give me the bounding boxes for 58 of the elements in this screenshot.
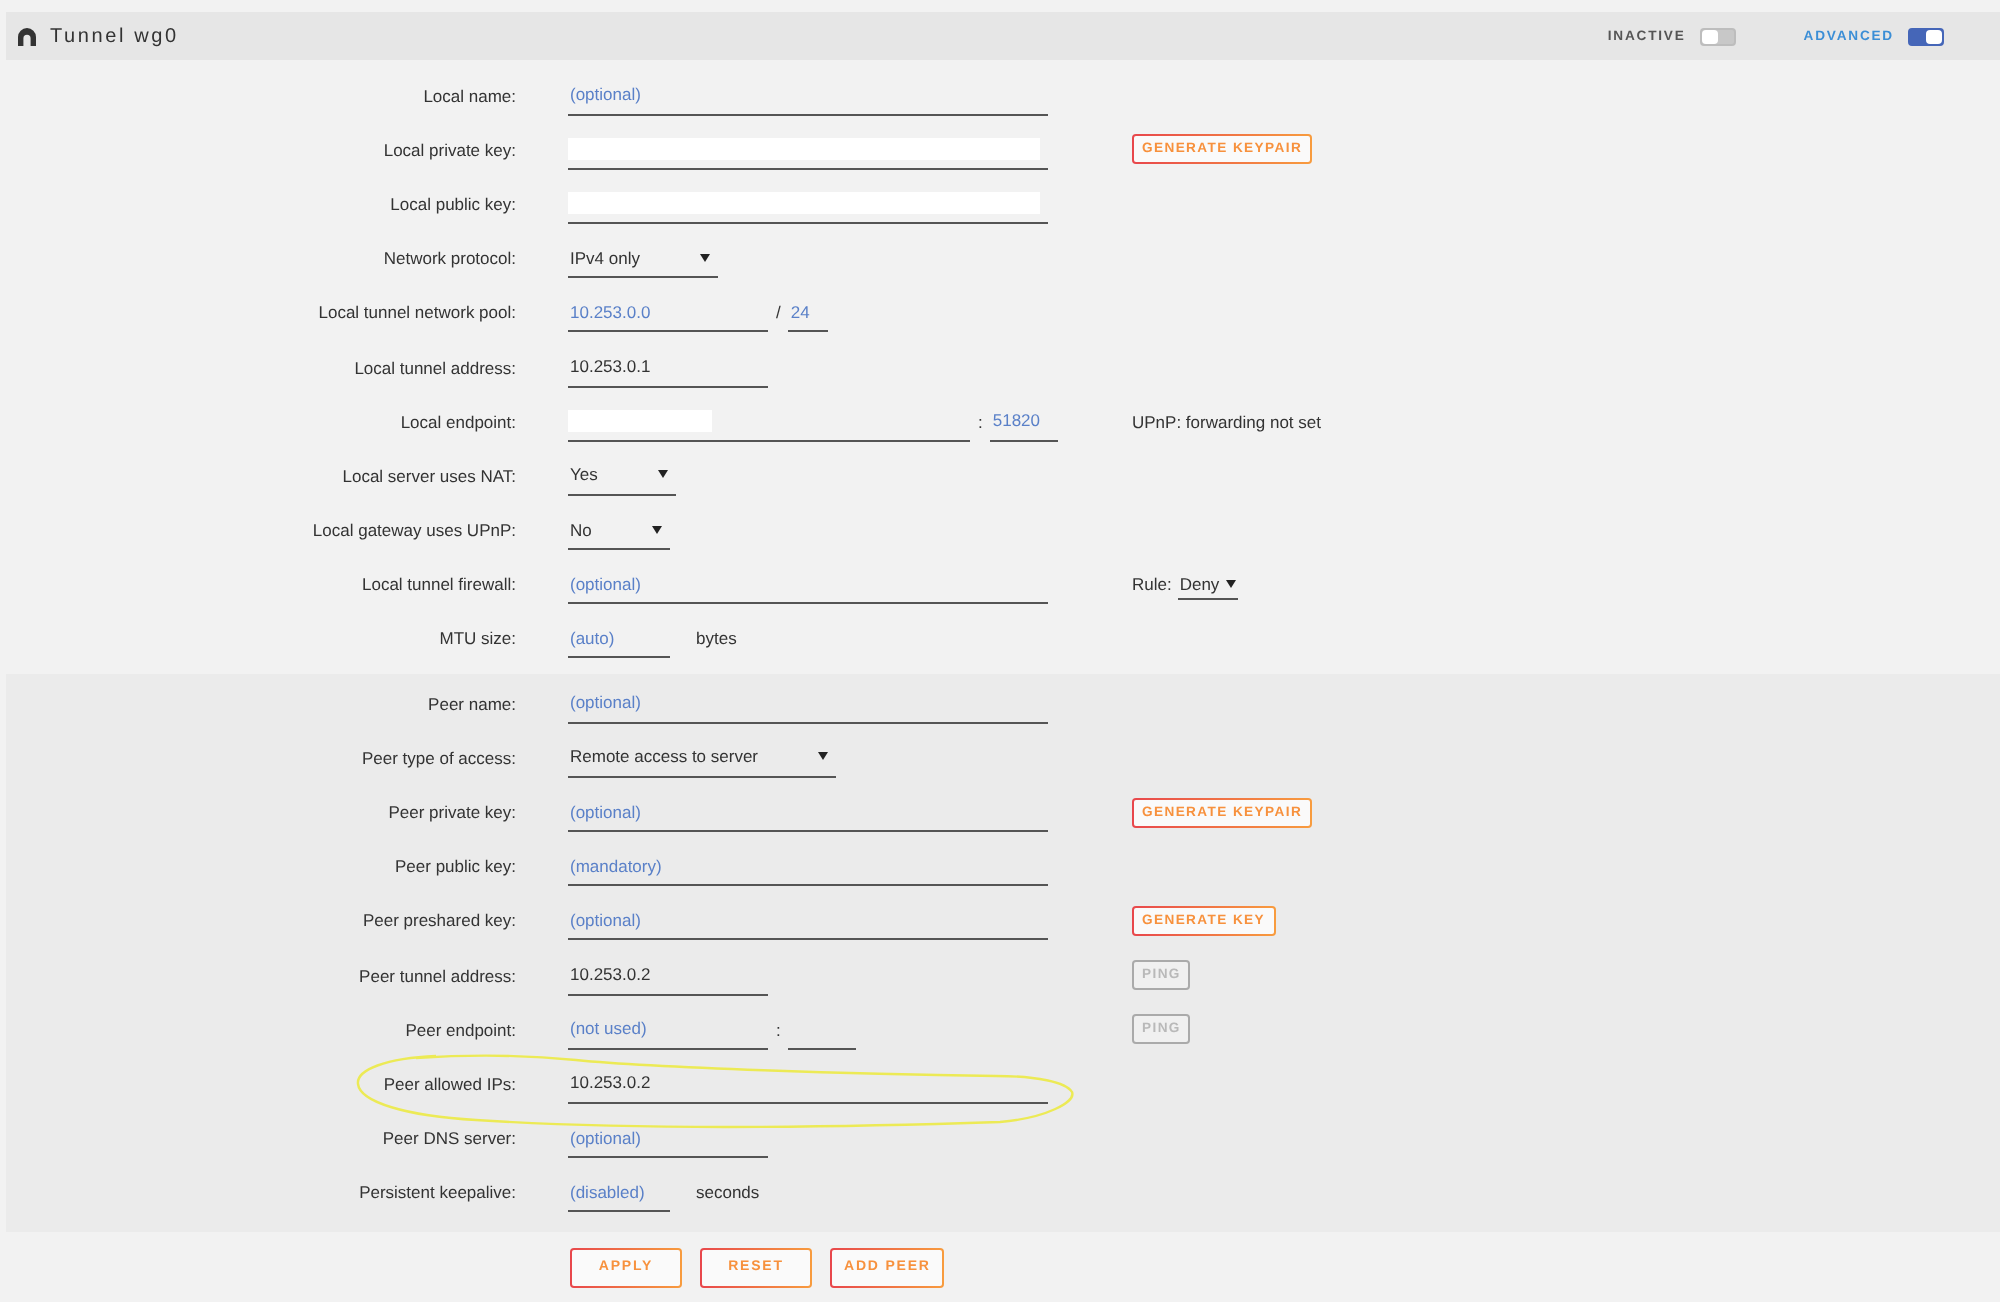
- input-field[interactable]: 10.253.0.2: [568, 1063, 1048, 1104]
- input-field[interactable]: (disabled): [568, 1172, 670, 1213]
- rule-label: Rule:: [1132, 574, 1172, 595]
- input-field[interactable]: 24: [788, 292, 829, 333]
- caret-icon: [1225, 579, 1236, 588]
- input-field[interactable]: (auto): [568, 618, 670, 659]
- tunnel-title: Tunnel wg0: [50, 25, 179, 47]
- input-field[interactable]: (not used): [568, 1009, 768, 1050]
- field-label: Persistent keepalive:: [357, 1182, 516, 1203]
- field-label: Local server uses NAT:: [340, 465, 516, 486]
- unit-label: seconds: [696, 1182, 760, 1203]
- field-label: Peer allowed IPs:: [381, 1073, 516, 1094]
- dropdown-field[interactable]: No: [568, 510, 670, 551]
- field-separator: :: [978, 411, 983, 432]
- caret-icon: [699, 253, 710, 262]
- input-field[interactable]: 10.253.0.0: [568, 292, 768, 333]
- field-label: Local gateway uses UPnP:: [310, 520, 516, 541]
- dropdown-field[interactable]: Remote access to server: [568, 737, 837, 778]
- arch-icon: [18, 27, 36, 45]
- field-label: Peer tunnel address:: [357, 965, 516, 986]
- input-field[interactable]: (optional): [568, 900, 1048, 941]
- dropdown-field[interactable]: Deny: [1177, 568, 1238, 601]
- field-separator: /: [776, 302, 781, 323]
- status-note: UPnP: forwarding not set: [1132, 411, 1321, 432]
- field-label: Local name:: [421, 85, 516, 106]
- toggle-switch[interactable]: [1908, 27, 1944, 45]
- input-field[interactable]: (optional): [568, 564, 1048, 605]
- field-label: Local public key:: [388, 193, 516, 214]
- unit-label: bytes: [696, 628, 737, 649]
- caret-icon: [657, 470, 668, 479]
- caret-icon: [651, 525, 662, 534]
- field-label: MTU size:: [437, 628, 516, 649]
- input-field[interactable]: (mandatory): [568, 846, 1048, 887]
- input-field[interactable]: (optional): [568, 75, 1048, 116]
- field-separator: :: [776, 1019, 781, 1040]
- field-label: Peer name:: [426, 693, 516, 714]
- field-label: Peer preshared key:: [360, 910, 516, 931]
- field-label: Peer private key:: [386, 802, 516, 823]
- field-label: Peer public key:: [393, 856, 516, 877]
- field-label: Peer type of access:: [359, 747, 516, 768]
- field-label: Local endpoint:: [398, 411, 516, 432]
- input-field[interactable]: 51820: [990, 401, 1059, 442]
- dropdown-field[interactable]: IPv4 only: [568, 238, 718, 279]
- input-field[interactable]: (optional): [568, 792, 1048, 833]
- field-label: Local tunnel network pool:: [316, 302, 516, 323]
- dropdown-field[interactable]: Yes: [568, 455, 676, 496]
- input-field[interactable]: 10.253.0.1: [568, 347, 768, 388]
- field-label: Network protocol:: [381, 248, 516, 269]
- input-field[interactable]: 10.253.0.2: [568, 955, 768, 996]
- field-label: Local tunnel firewall:: [359, 574, 516, 595]
- field-label: Local private key:: [381, 139, 516, 160]
- field-label: Peer DNS server:: [380, 1128, 516, 1149]
- input-field[interactable]: (optional): [568, 683, 1048, 724]
- input-field[interactable]: (optional): [568, 1118, 768, 1159]
- caret-icon: [818, 752, 829, 761]
- field-label: Peer endpoint:: [403, 1019, 516, 1040]
- toggle-switch[interactable]: [1699, 27, 1736, 45]
- field-label: Local tunnel address:: [352, 357, 516, 378]
